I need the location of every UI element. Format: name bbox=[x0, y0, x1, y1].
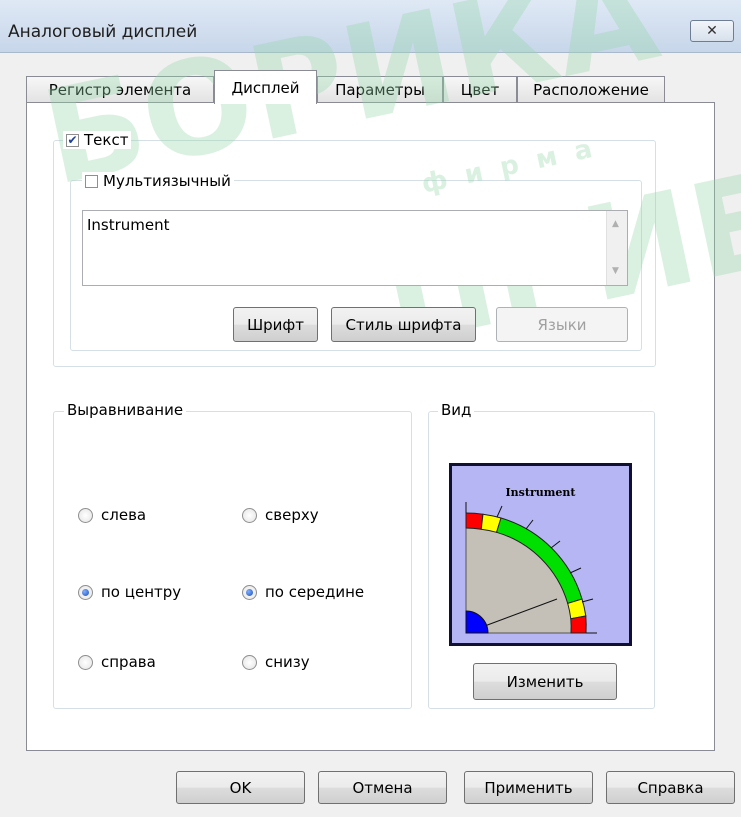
radio-center[interactable]: по центру bbox=[78, 583, 181, 601]
close-button[interactable]: ✕ bbox=[690, 20, 734, 42]
languages-button-label: Языки bbox=[537, 315, 587, 334]
text-group-header: ✔ Текст bbox=[63, 131, 132, 149]
radio-selected-dot bbox=[82, 588, 89, 596]
radio-left[interactable]: слева bbox=[78, 506, 146, 524]
close-icon: ✕ bbox=[706, 23, 718, 39]
tab-display[interactable]: Дисплей bbox=[214, 70, 317, 104]
text-input[interactable]: Instrument ▲ ▼ bbox=[82, 210, 628, 286]
ok-button[interactable]: OK bbox=[176, 771, 305, 804]
checkmark-icon: ✔ bbox=[67, 133, 78, 147]
tab-label: Расположение bbox=[533, 80, 649, 99]
title-bar[interactable]: Аналоговый дисплей ✕ bbox=[0, 0, 741, 53]
multilang-label: Мультиязычный bbox=[103, 172, 231, 190]
radio-bottom-label: снизу bbox=[265, 653, 310, 671]
gauge-preview-canvas: Instrument bbox=[452, 466, 629, 643]
view-title: Вид bbox=[438, 401, 475, 419]
radio-center-button[interactable] bbox=[78, 584, 93, 600]
tab-parameters[interactable]: Параметры bbox=[317, 76, 443, 102]
radio-bottom[interactable]: снизу bbox=[242, 653, 310, 671]
multilang-checkbox[interactable] bbox=[85, 174, 98, 188]
radio-top-button[interactable] bbox=[242, 507, 257, 523]
tab-label: Регистр элемента bbox=[48, 80, 192, 99]
tab-label: Параметры bbox=[335, 80, 425, 99]
radio-right[interactable]: справа bbox=[78, 653, 156, 671]
font-style-button[interactable]: Стиль шрифта bbox=[331, 307, 476, 342]
radio-right-button[interactable] bbox=[78, 654, 93, 670]
text-input-value: Instrument bbox=[87, 216, 170, 234]
cancel-button-label: Отмена bbox=[352, 778, 413, 797]
text-checkbox-label: Текст bbox=[84, 131, 129, 149]
cancel-button[interactable]: Отмена bbox=[318, 771, 447, 804]
tab-register[interactable]: Регистр элемента bbox=[26, 76, 214, 102]
font-style-button-label: Стиль шрифта bbox=[345, 315, 462, 334]
radio-selected-dot bbox=[246, 588, 253, 596]
radio-middle[interactable]: по середине bbox=[242, 583, 364, 601]
ok-button-label: OK bbox=[229, 778, 252, 797]
apply-button-label: Применить bbox=[484, 778, 573, 797]
change-button-label: Изменить bbox=[506, 672, 584, 691]
radio-bottom-button[interactable] bbox=[242, 654, 257, 670]
radio-top-label: сверху bbox=[265, 506, 319, 524]
apply-button[interactable]: Применить bbox=[464, 771, 593, 804]
tab-layout[interactable]: Расположение bbox=[517, 76, 665, 102]
radio-right-label: справа bbox=[101, 653, 156, 671]
radio-top[interactable]: сверху bbox=[242, 506, 319, 524]
font-button[interactable]: Шрифт bbox=[233, 307, 318, 342]
alignment-title: Выравнивание bbox=[64, 401, 187, 419]
help-button-label: Справка bbox=[637, 778, 704, 797]
dialog-window: Аналоговый дисплей ✕ Регистр элемента Ди… bbox=[0, 0, 741, 817]
radio-left-button[interactable] bbox=[78, 507, 93, 523]
gauge-icon bbox=[465, 502, 597, 634]
tab-label: Цвет bbox=[460, 80, 500, 99]
tab-label: Дисплей bbox=[231, 78, 300, 97]
help-button[interactable]: Справка bbox=[606, 771, 735, 804]
gauge-preview: Instrument bbox=[449, 463, 632, 646]
radio-middle-label: по середине bbox=[265, 583, 365, 601]
multilang-header: Мультиязычный bbox=[82, 172, 234, 190]
tab-color[interactable]: Цвет bbox=[443, 76, 517, 102]
font-button-label: Шрифт bbox=[247, 315, 304, 334]
scroll-down-icon[interactable]: ▼ bbox=[612, 266, 619, 276]
change-button[interactable]: Изменить bbox=[473, 663, 617, 700]
text-checkbox[interactable]: ✔ bbox=[66, 133, 79, 147]
radio-middle-button[interactable] bbox=[242, 584, 257, 600]
window-title: Аналоговый дисплей bbox=[8, 22, 198, 42]
radio-left-label: слева bbox=[101, 506, 147, 524]
scrollbar[interactable]: ▲ ▼ bbox=[606, 211, 627, 285]
languages-button[interactable]: Языки bbox=[496, 307, 628, 342]
radio-center-label: по центру bbox=[101, 583, 182, 601]
scroll-up-icon[interactable]: ▲ bbox=[612, 219, 619, 229]
